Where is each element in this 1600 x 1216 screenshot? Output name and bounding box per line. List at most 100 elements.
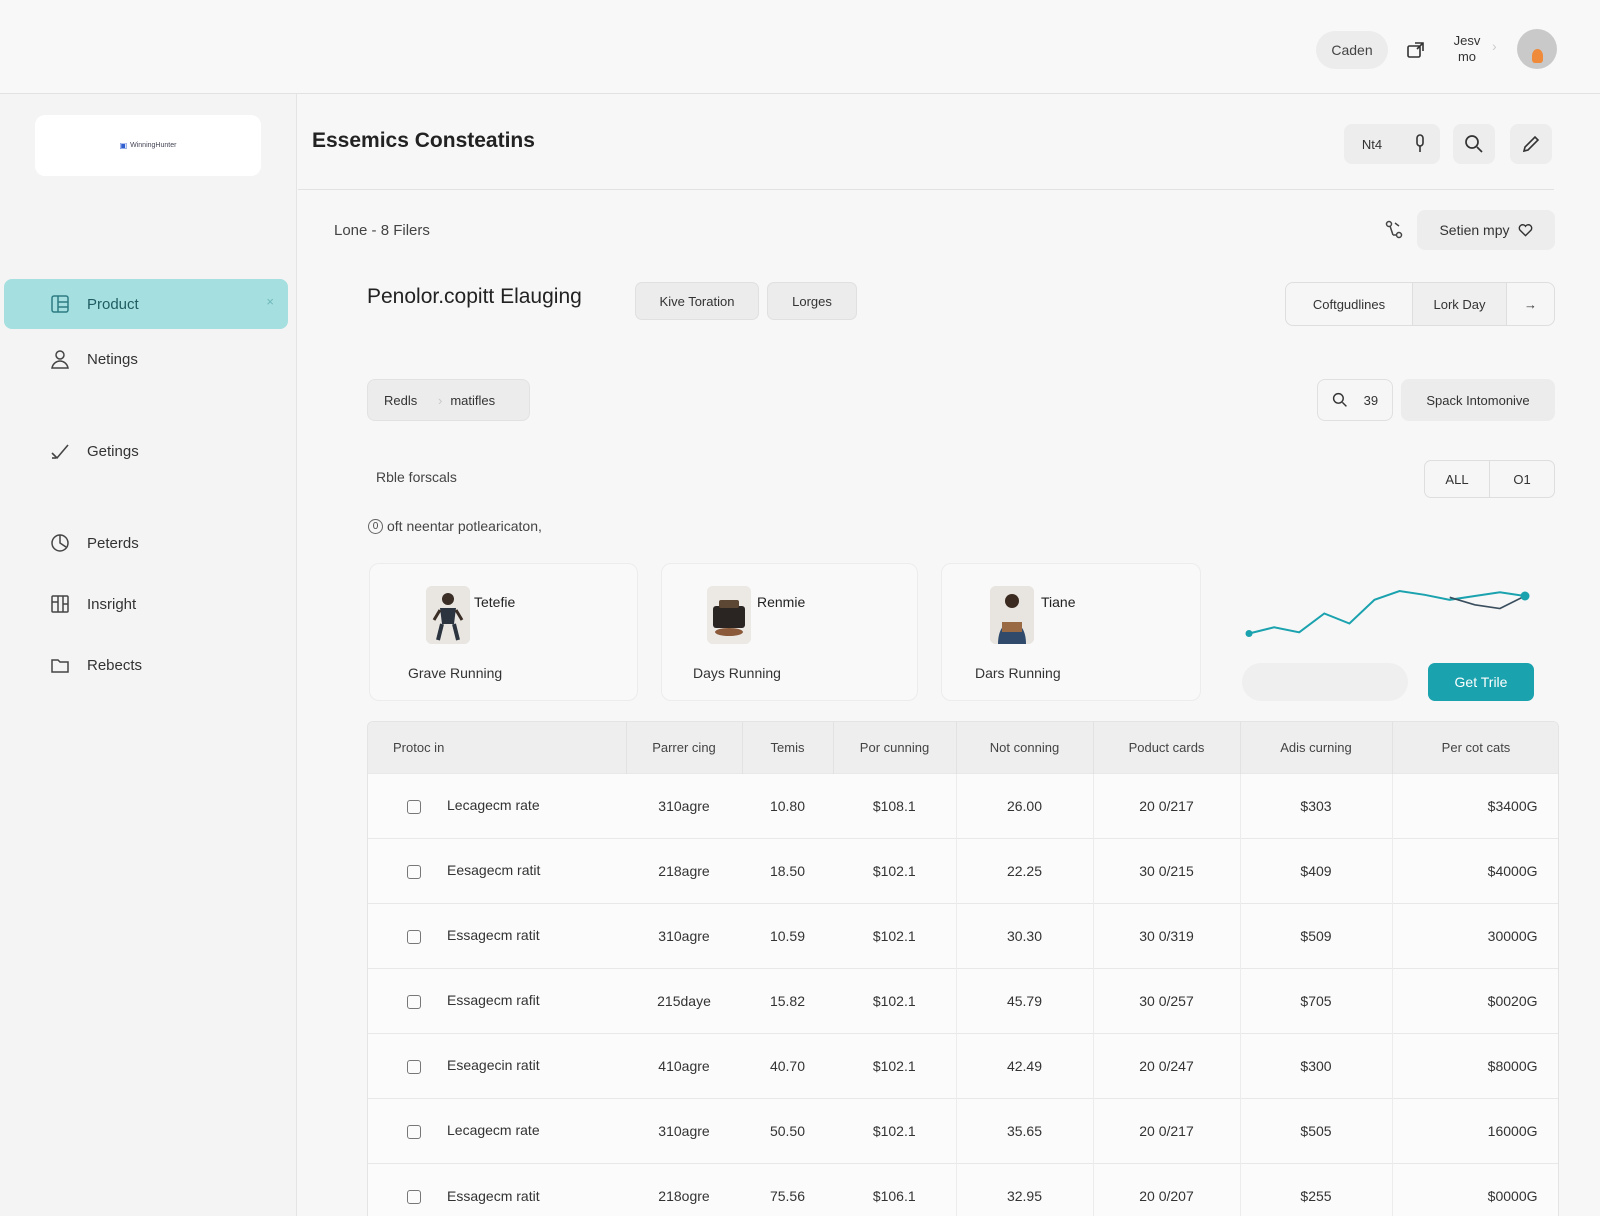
column-header[interactable]: Per cot cats <box>1392 722 1558 773</box>
search-count: 39 <box>1363 392 1379 408</box>
table-cell: $102.1 <box>833 1032 957 1098</box>
group-label[interactable]: Nt4 <box>1344 137 1400 152</box>
edit-button[interactable] <box>1510 124 1552 164</box>
table-row[interactable]: Essagecm ratit 218ogre 75.56 $106.1 32.95 20 … <box>368 1162 1558 1216</box>
table-row[interactable]: Essagecm rafit 215daye 15.82 $102.1 45.79 30 … <box>368 967 1558 1033</box>
notice-number: 0 <box>368 518 383 534</box>
column-header[interactable]: Not conning <box>956 722 1094 773</box>
product-card[interactable]: Renmie Days Running <box>661 563 918 701</box>
table-cell: $0020G <box>1392 967 1558 1033</box>
sidebar-item-rebects[interactable]: Rebects <box>4 640 288 690</box>
grid-icon <box>51 595 69 613</box>
table-row[interactable]: Lecagecm rate 310agre 50.50 $102.1 35.65 20 0… <box>368 1097 1558 1163</box>
table-cell: $0000G <box>1392 1162 1558 1216</box>
table-cell: Eseagecin ratit <box>368 1032 626 1098</box>
page-title: Essemics Consteatins <box>312 129 535 152</box>
table-cell: Essagecm ratit <box>368 1162 626 1216</box>
product-thumbnail <box>707 586 751 644</box>
segment-coftgudlines[interactable]: Coftgudlines <box>1286 283 1413 325</box>
close-icon[interactable]: × <box>266 294 274 309</box>
column-header[interactable]: Temis <box>742 722 834 773</box>
pill-kive-toration[interactable]: Kive Toration <box>635 282 759 320</box>
column-header[interactable]: Adis curning <box>1240 722 1393 773</box>
segment-lork-day[interactable]: Lork Day <box>1413 283 1507 325</box>
search-icon <box>1465 135 1483 153</box>
table-row[interactable]: Eseagecin ratit 410agre 40.70 $102.1 42.49 20… <box>368 1032 1558 1098</box>
logo-mark-icon: ▣ <box>119 141 128 150</box>
arrow-right-icon[interactable]: → <box>1507 283 1554 325</box>
table-cell: $4000G <box>1392 837 1558 903</box>
card-title: Renmie <box>757 594 806 610</box>
table-cell: 22.25 <box>956 837 1094 903</box>
pill-lorges[interactable]: Lorges <box>767 282 857 320</box>
row-checkbox[interactable] <box>407 864 421 879</box>
row-checkbox[interactable] <box>407 799 421 814</box>
table-row[interactable]: Essagecm ratit 310agre 10.59 $102.1 30.30 30 … <box>368 902 1558 968</box>
chevron-right-icon[interactable]: › <box>1492 38 1497 54</box>
section-button[interactable]: Setien mpy <box>1417 210 1555 250</box>
sidebar-item-insright[interactable]: Insright <box>4 579 288 629</box>
product-card[interactable]: Tetefie Grave Running <box>369 563 638 701</box>
sidebar-item-product[interactable]: Product × <box>4 279 288 329</box>
sidebar-item-netings[interactable]: Netings <box>4 334 288 384</box>
row-label: Eesagecm ratit <box>447 862 541 879</box>
section-title: Penolor.copitt Elauging <box>367 285 582 308</box>
product-card[interactable]: Tiane Dars Running <box>941 563 1201 701</box>
toggle-all[interactable]: ALL <box>1425 461 1490 497</box>
table-cell: $705 <box>1240 967 1393 1033</box>
table-cell: 16000G <box>1392 1097 1558 1163</box>
table-cell: $409 <box>1240 837 1393 903</box>
sidebar-item-peterds[interactable]: Peterds <box>4 518 288 568</box>
table-cell: 45.79 <box>956 967 1094 1033</box>
table-cell: 18.50 <box>742 837 833 903</box>
card-meta: Dars Running <box>975 665 1061 681</box>
row-checkbox[interactable] <box>407 1059 421 1074</box>
sparkline-point <box>1520 591 1530 601</box>
action-input[interactable] <box>1242 663 1408 701</box>
card-meta: Days Running <box>693 665 781 681</box>
row-label: Essagecm ratit <box>447 927 540 944</box>
product-thumbnail <box>990 586 1034 644</box>
row-checkbox[interactable] <box>407 994 421 1009</box>
sparkline-series-0 <box>1248 589 1526 635</box>
column-header[interactable]: Protoc in <box>368 722 627 773</box>
spack-button[interactable]: Spack Intomonive <box>1401 379 1555 421</box>
notice: 0 oft neentar potlearicaton, <box>368 518 542 534</box>
column-header[interactable]: Por cunning <box>833 722 957 773</box>
column-header[interactable]: Poduct cards <box>1093 722 1241 773</box>
row-label: Essagecm ratit <box>447 1187 540 1204</box>
product-thumbnail <box>426 586 470 644</box>
breadcrumb-item[interactable]: matifles <box>450 393 495 408</box>
get-button[interactable]: Get Trile <box>1428 663 1534 701</box>
search-button[interactable] <box>1453 124 1495 164</box>
row-label: Lecagecm rate <box>447 1122 540 1139</box>
table-cell: 20 0/217 <box>1093 1097 1241 1163</box>
table-cell: 10.80 <box>742 772 833 838</box>
microphone-icon[interactable] <box>1400 134 1440 154</box>
column-header[interactable]: Parrer cing <box>626 722 743 773</box>
row-checkbox[interactable] <box>407 1189 421 1204</box>
table-cell: 35.65 <box>956 1097 1094 1163</box>
table-row[interactable]: Lecagecm rate 310agre 10.80 $108.1 26.00 20 0… <box>368 772 1558 838</box>
chart-icon <box>51 534 69 552</box>
search-input[interactable]: 39 <box>1317 379 1393 421</box>
sidebar-item-getings[interactable]: Getings <box>4 426 288 476</box>
table-cell: 75.56 <box>742 1162 833 1216</box>
breadcrumb-item[interactable]: Redls <box>368 393 438 408</box>
topbar-button[interactable]: Caden <box>1316 31 1388 69</box>
avatar[interactable] <box>1517 29 1557 69</box>
row-checkbox[interactable] <box>407 929 421 944</box>
table-cell: $3400G <box>1392 772 1558 838</box>
row-checkbox[interactable] <box>407 1124 421 1139</box>
share-icon[interactable] <box>1383 219 1405 241</box>
header-divider <box>298 189 1554 190</box>
logo[interactable]: ▣ WinningHunter <box>35 115 261 176</box>
toggle-o1[interactable]: O1 <box>1490 461 1554 497</box>
table-cell: 32.95 <box>956 1162 1094 1216</box>
table-cell: 30000G <box>1392 902 1558 968</box>
table-cell: 30 0/319 <box>1093 902 1241 968</box>
table-row[interactable]: Eesagecm ratit 218agre 18.50 $102.1 22.25 30 … <box>368 837 1558 903</box>
sidebar-item-label: Insright <box>87 595 137 613</box>
check-icon <box>51 444 69 460</box>
share-window-icon[interactable] <box>1402 36 1430 64</box>
